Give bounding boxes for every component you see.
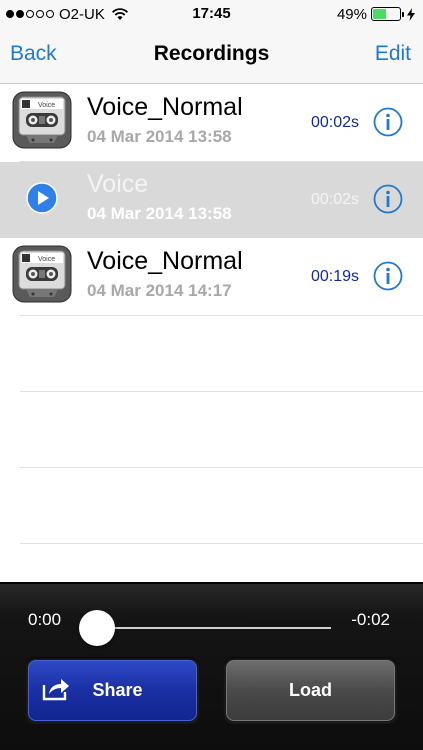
progress-track[interactable] — [96, 627, 331, 629]
info-icon[interactable] — [373, 107, 403, 137]
load-button-frame: Load — [223, 657, 398, 724]
cassette-label: Voice — [38, 256, 55, 263]
info-icon[interactable] — [373, 184, 403, 214]
status-right: 49% — [337, 5, 415, 23]
recording-row-selected[interactable]: Voice 04 Mar 2014 13:58 00:02s — [0, 162, 423, 238]
recording-duration: 00:02s — [310, 191, 359, 208]
play-icon[interactable] — [26, 182, 58, 214]
share-label: Share — [92, 680, 143, 700]
empty-row-separator — [20, 391, 423, 392]
app-screen: O2-UK 17:45 49% Back Recordings Edit Voi… — [0, 0, 423, 750]
recording-date: 04 Mar 2014 14:17 — [87, 281, 232, 300]
cassette-icon: Voice — [12, 91, 72, 149]
battery-icon — [371, 7, 404, 21]
navigation-bar: Back Recordings Edit — [0, 28, 423, 84]
battery-percent: 49% — [336, 5, 367, 23]
edit-button[interactable]: Edit — [375, 42, 411, 66]
load-button[interactable]: Load — [226, 660, 395, 721]
recording-row[interactable]: Voice Voice_Normal 04 Mar 2014 13:58 00:… — [0, 85, 423, 161]
recording-date: 04 Mar 2014 13:58 — [87, 127, 232, 146]
elapsed-time: 0:00 — [28, 610, 62, 629]
recording-name: Voice_Normal — [87, 247, 243, 275]
cassette-icon: Voice — [12, 245, 72, 303]
remaining-time: -0:02 — [351, 610, 390, 629]
page-title: Recordings — [153, 42, 270, 65]
recording-duration: 00:19s — [310, 268, 359, 285]
share-button-frame: Share — [25, 657, 200, 724]
share-icon — [42, 679, 69, 701]
recording-duration: 00:02s — [310, 114, 359, 131]
row-separator — [20, 315, 423, 316]
cassette-label: Voice — [38, 102, 55, 109]
status-bar: O2-UK 17:45 49% — [0, 0, 423, 28]
load-label: Load — [289, 680, 332, 700]
empty-row-separator — [20, 543, 423, 544]
player-panel: 0:00 -0:02 Share Load — [0, 582, 423, 750]
charging-bolt-icon — [407, 7, 415, 21]
progress-knob[interactable] — [79, 610, 115, 646]
back-button[interactable]: Back — [10, 42, 57, 66]
battery-level — [373, 9, 386, 19]
empty-row-separator — [20, 467, 423, 468]
recording-row[interactable]: Voice Voice_Normal 04 Mar 2014 14:17 00:… — [0, 239, 423, 315]
recording-name: Voice_Normal — [87, 93, 243, 121]
battery-tip — [402, 12, 404, 17]
recording-name: Voice — [87, 170, 149, 198]
recording-date: 04 Mar 2014 13:58 — [87, 204, 232, 223]
info-icon[interactable] — [373, 261, 403, 291]
share-button[interactable]: Share — [28, 660, 197, 721]
recordings-list: Voice Voice_Normal 04 Mar 2014 13:58 00:… — [0, 85, 423, 582]
